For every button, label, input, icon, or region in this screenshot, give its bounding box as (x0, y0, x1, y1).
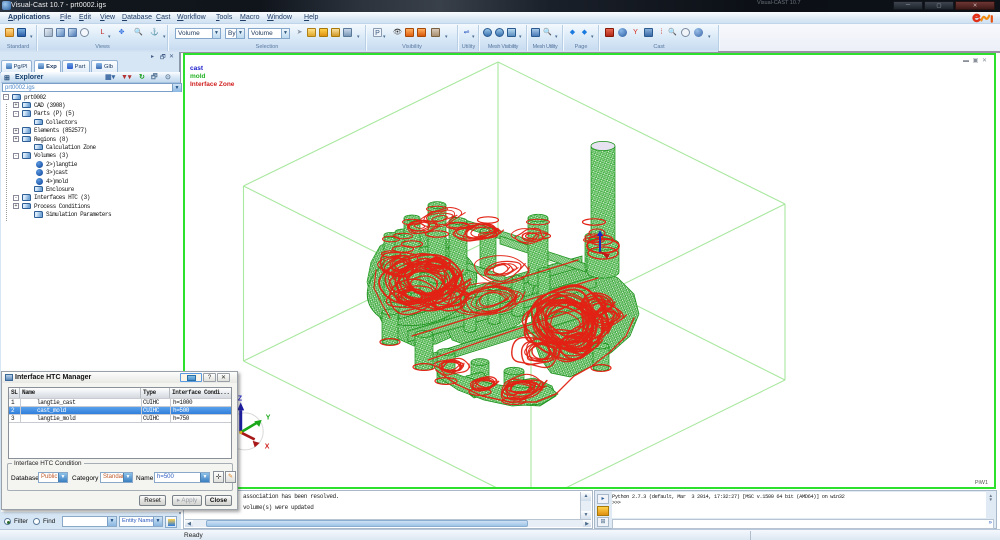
svg-text:Z: Z (238, 395, 243, 402)
svg-text:Y: Y (266, 414, 271, 421)
svg-text:X: X (265, 443, 270, 450)
